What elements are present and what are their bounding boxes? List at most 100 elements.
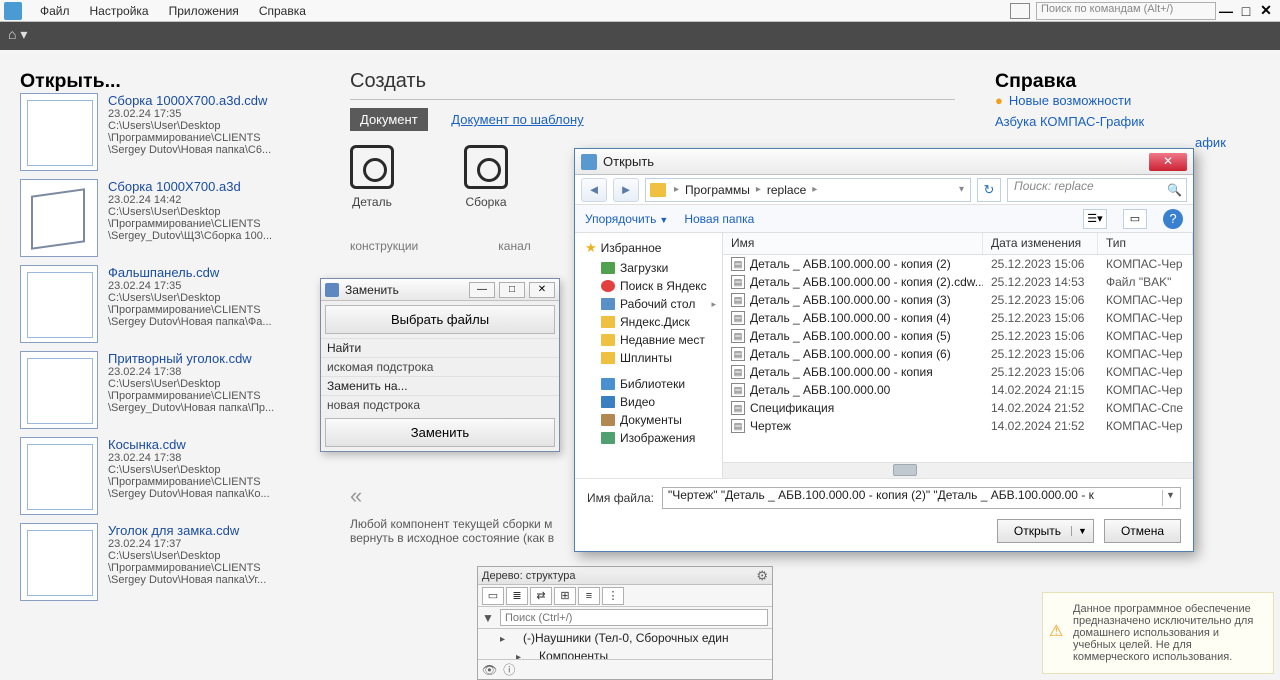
recent-title: Сборка 1000X700.a3d.cdw	[108, 93, 271, 108]
crumb-dropdown-icon[interactable]: ▾	[957, 184, 966, 195]
tree-tool-4[interactable]: ⊞	[554, 587, 576, 605]
col-type[interactable]: Тип	[1098, 233, 1193, 254]
organize-menu[interactable]: Упорядочить▼	[585, 212, 668, 226]
file-row[interactable]: ▤Спецификация 14.02.2024 21:52 КОМПАС-Сп…	[723, 399, 1193, 417]
view-preview[interactable]: ▭	[1123, 209, 1147, 229]
recent-item[interactable]: Притворный уголок.cdw 23.02.24 17:38 C:\…	[20, 351, 310, 429]
file-row[interactable]: ▤Деталь _ АБВ.100.000.00 - копия (6) 25.…	[723, 345, 1193, 363]
open-heading: Открыть...	[20, 70, 310, 93]
new-folder[interactable]: Новая папка	[684, 212, 754, 226]
tree-header[interactable]: Дерево: структура ⚙	[478, 567, 772, 585]
file-row[interactable]: ▤Деталь _ АБВ.100.000.00 - копия (3) 25.…	[723, 291, 1193, 309]
open-button[interactable]: Открыть▼	[997, 519, 1094, 543]
menu-settings[interactable]: Настройка	[80, 2, 159, 20]
tree-item-root[interactable]: (-)Наушники (Тел-0, Сборочных един	[478, 629, 772, 647]
window-maximize[interactable]: □	[1236, 3, 1256, 19]
tab-document[interactable]: Документ	[350, 108, 428, 131]
replace-titlebar[interactable]: Заменить — □ ✕	[321, 279, 559, 301]
crumb-programs[interactable]: Программы	[681, 183, 754, 197]
breadcrumb[interactable]: ▸ Программы ▸ replace ▸ ▾	[645, 178, 971, 202]
dialog-titlebar[interactable]: Открыть ✕	[575, 149, 1193, 175]
menu-apps[interactable]: Приложения	[159, 2, 249, 20]
nav-shplinty[interactable]: Шплинты	[575, 349, 722, 367]
nav-yandex-disk[interactable]: Яндекс.Диск	[575, 313, 722, 331]
recent-item[interactable]: Косынка.cdw 23.02.24 17:38 C:\Users\User…	[20, 437, 310, 515]
recent-path: \Программирование\CLIENTS	[108, 390, 274, 402]
recent-item[interactable]: Сборка 1000X700.a3d 23.02.24 14:42 C:\Us…	[20, 179, 310, 257]
col-name[interactable]: Имя	[723, 233, 983, 254]
home-icon[interactable]: ⌂ ▾	[8, 26, 28, 46]
file-row[interactable]: ▤Деталь _ АБВ.100.000.00 - копия (2).cdw…	[723, 273, 1193, 291]
replace-value[interactable]: новая подстрока	[321, 395, 559, 414]
recent-item[interactable]: Уголок для замка.cdw 23.02.24 17:37 C:\U…	[20, 523, 310, 601]
command-search-input[interactable]: Поиск по командам (Alt+/)	[1036, 2, 1216, 20]
nav-forward[interactable]: ►	[613, 178, 639, 202]
nav-desktop[interactable]: Рабочий стол▸	[575, 295, 722, 313]
dialog-help-icon[interactable]: ?	[1163, 209, 1183, 229]
recent-thumbnail	[20, 93, 98, 171]
tree-eye-icon[interactable]: 👁	[482, 663, 497, 677]
tree-tool-1[interactable]: ▭	[482, 587, 504, 605]
window-close[interactable]: ✕	[1256, 2, 1276, 19]
tab-template[interactable]: Документ по шаблону	[441, 108, 593, 131]
nav-libraries[interactable]: Библиотеки	[575, 375, 722, 393]
tree-search-row: ▼	[478, 607, 772, 629]
nav-pane: Избранное Загрузки Поиск в Яндекс Рабочи…	[575, 233, 723, 478]
tree-tool-5[interactable]: ≡	[578, 587, 600, 605]
file-name: Чертеж	[750, 419, 791, 433]
view-details[interactable]: ☰▾	[1083, 209, 1107, 229]
nav-downloads[interactable]: Загрузки	[575, 259, 722, 277]
file-row[interactable]: ▤Деталь _ АБВ.100.000.00 - копия (2) 25.…	[723, 255, 1193, 273]
choose-files-button[interactable]: Выбрать файлы	[325, 305, 555, 334]
menu-help[interactable]: Справка	[249, 2, 316, 20]
scrollbar-thumb[interactable]	[893, 464, 917, 476]
filename-combo[interactable]: "Чертеж" "Деталь _ АБВ.100.000.00 - копи…	[662, 487, 1181, 509]
nav-yandex-search[interactable]: Поиск в Яндекс	[575, 277, 722, 295]
filter-icon[interactable]: ▼	[482, 611, 500, 625]
menu-file[interactable]: Файл	[30, 2, 80, 20]
tree-tool-6[interactable]: ⋮	[602, 587, 624, 605]
tree-info-icon[interactable]: ⓘ	[503, 661, 515, 678]
find-value[interactable]: искомая подстрока	[321, 357, 559, 376]
h-scrollbar[interactable]	[723, 462, 1193, 478]
cancel-button[interactable]: Отмена	[1104, 519, 1181, 543]
nav-documents[interactable]: Документы	[575, 411, 722, 429]
help-abc[interactable]: Азбука КОМПАС-График	[995, 114, 1260, 129]
crumb-replace[interactable]: replace	[763, 183, 810, 197]
nav-back[interactable]: ◄	[581, 178, 607, 202]
file-date: 25.12.2023 15:06	[983, 364, 1098, 380]
file-row[interactable]: ▤Деталь _ АБВ.100.000.00 14.02.2024 21:1…	[723, 381, 1193, 399]
tree-tool-3[interactable]: ⇄	[530, 587, 552, 605]
nav-favorites[interactable]: Избранное	[575, 237, 722, 259]
toolbar-icon[interactable]	[1010, 3, 1030, 19]
nav-refresh[interactable]: ↻	[977, 178, 1001, 202]
col-date[interactable]: Дата изменения	[983, 233, 1098, 254]
window-minimize[interactable]: —	[1216, 3, 1236, 19]
file-row[interactable]: ▤Деталь _ АБВ.100.000.00 - копия (5) 25.…	[723, 327, 1193, 345]
new-part[interactable]: Деталь	[350, 145, 394, 209]
tree-search-input[interactable]	[500, 609, 768, 626]
recent-item[interactable]: Фальшпанель.cdw 23.02.24 17:35 C:\Users\…	[20, 265, 310, 343]
tree-tool-2[interactable]: ≣	[506, 587, 528, 605]
tree-gear-icon[interactable]: ⚙	[756, 568, 768, 584]
filename-dropdown-icon[interactable]: ▼	[1162, 490, 1178, 506]
bottom-tab-construction[interactable]: конструкции	[350, 239, 418, 253]
recent-item[interactable]: Сборка 1000X700.a3d.cdw 23.02.24 17:35 C…	[20, 93, 310, 171]
file-row[interactable]: ▤Чертеж 14.02.2024 21:52 КОМПАС-Чер	[723, 417, 1193, 435]
nav-images[interactable]: Изображения	[575, 429, 722, 447]
replace-close[interactable]: ✕	[529, 282, 555, 298]
dialog-close[interactable]: ✕	[1149, 153, 1187, 171]
help-whatsnew[interactable]: Новые возможности	[995, 93, 1260, 108]
recent-date: 23.02.24 17:35	[108, 280, 272, 292]
nav-video[interactable]: Видео	[575, 393, 722, 411]
nav-recent[interactable]: Недавние мест	[575, 331, 722, 349]
replace-go-button[interactable]: Заменить	[325, 418, 555, 447]
replace-minimize[interactable]: —	[469, 282, 495, 298]
replace-maximize[interactable]: □	[499, 282, 525, 298]
bottom-tab-channel[interactable]: канал	[498, 239, 531, 253]
file-row[interactable]: ▤Деталь _ АБВ.100.000.00 - копия 25.12.2…	[723, 363, 1193, 381]
new-assembly[interactable]: Сборка	[464, 145, 508, 209]
recent-path: \Программирование\CLIENTS	[108, 132, 271, 144]
file-row[interactable]: ▤Деталь _ АБВ.100.000.00 - копия (4) 25.…	[723, 309, 1193, 327]
dialog-search-input[interactable]: Поиск: replace 🔍	[1007, 178, 1187, 202]
